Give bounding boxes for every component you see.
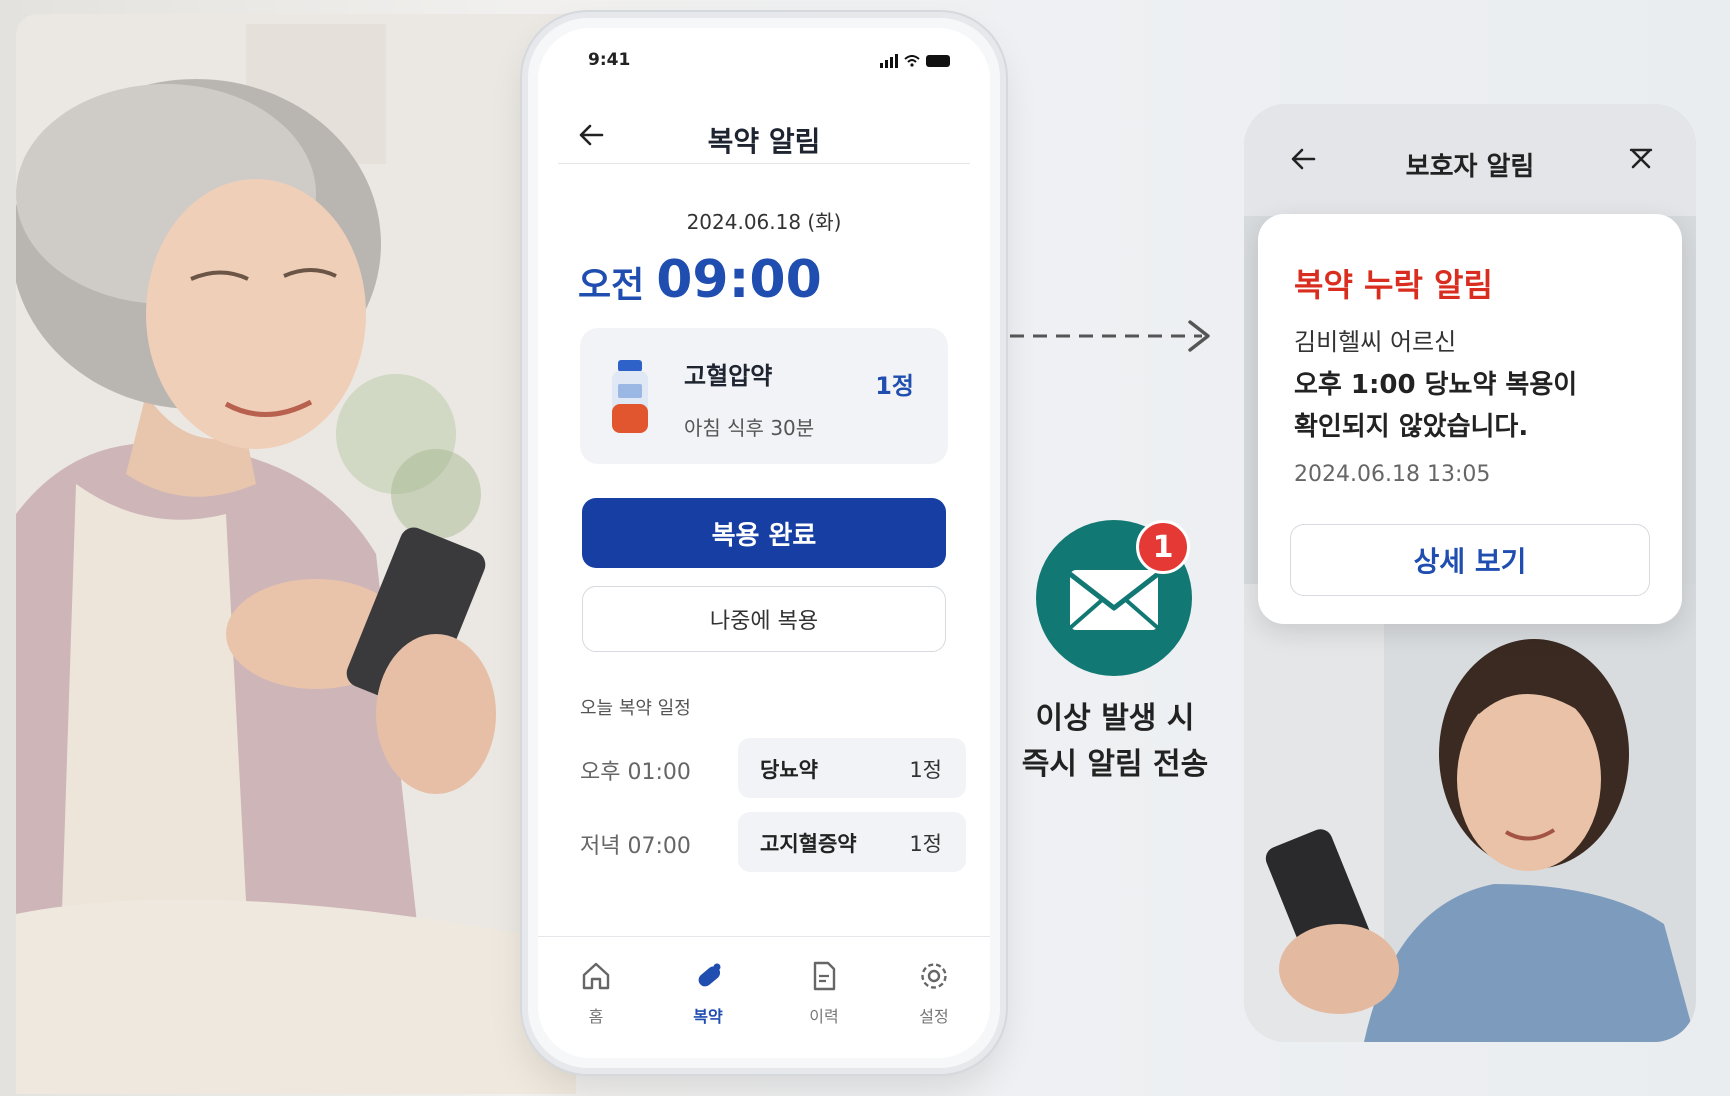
alert-title: 복약 누락 알림 xyxy=(1294,266,1493,304)
medication-quantity: 1정 xyxy=(875,372,914,400)
phone-mockup: 9:41 복약 알림 2024.06.18 (화) 오전 09:00 고혈압약 … xyxy=(528,18,1000,1068)
tab-label: 설정 xyxy=(919,1007,949,1026)
tab-home[interactable]: 홈 xyxy=(556,959,636,1027)
tab-history[interactable]: 이력 xyxy=(784,959,864,1027)
notification-caption-line1: 이상 발생 시 xyxy=(1035,701,1195,736)
notification-count-badge: 1 xyxy=(1136,520,1190,574)
schedule-pill: 당뇨약 1정 xyxy=(738,738,966,798)
taken-button[interactable]: 복용 완료 xyxy=(582,498,946,568)
scene: 9:41 복약 알림 2024.06.18 (화) 오전 09:00 고혈압약 … xyxy=(0,0,1730,1096)
schedule-row[interactable]: 저녁 07:00 고지혈증약 1정 xyxy=(580,812,966,872)
dashed-arrow xyxy=(1010,320,1210,352)
app-header: 복약 알림 xyxy=(558,98,970,164)
wifi-icon xyxy=(904,55,920,67)
medication-timing: 아침 식후 30분 xyxy=(684,416,815,440)
medication-card: 고혈압약 1정 아침 식후 30분 xyxy=(580,328,948,464)
alert-message-line1: 오후 1:00 당뇨약 복용이 xyxy=(1294,370,1578,400)
document-icon xyxy=(813,961,836,991)
alert-message-line2: 확인되지 않았습니다. xyxy=(1294,412,1529,442)
schedule-pill: 고지혈증약 1정 xyxy=(738,812,966,872)
alert-timestamp: 2024.06.18 13:05 xyxy=(1294,462,1491,487)
guardian-header: 보호자 알림 xyxy=(1244,104,1696,216)
schedule-time: 저녁 07:00 xyxy=(580,834,691,859)
tab-label: 복약 xyxy=(693,1007,723,1026)
tab-settings[interactable]: 설정 xyxy=(894,959,974,1027)
signal-icon xyxy=(880,54,898,68)
battery-icon xyxy=(926,55,950,67)
gear-icon xyxy=(921,963,947,989)
home-icon xyxy=(582,962,610,990)
schedule-med-name: 고지혈증약 xyxy=(760,832,857,856)
schedule-row[interactable]: 오후 01:00 당뇨약 1정 xyxy=(580,738,966,798)
notification-caption: 이상 발생 시 즉시 알림 전송 xyxy=(1000,696,1230,788)
alert-patient-name: 김비헬씨 어르신 xyxy=(1294,328,1457,356)
status-time: 9:41 xyxy=(588,50,631,70)
status-icons xyxy=(880,54,950,68)
schedule-time: 오후 01:00 xyxy=(580,760,691,785)
tab-label: 홈 xyxy=(588,1007,604,1026)
pill-icon xyxy=(698,963,721,987)
pill-bottle-icon xyxy=(612,360,648,433)
close-icon[interactable] xyxy=(1626,144,1656,174)
schedule-med-name: 당뇨약 xyxy=(760,758,818,782)
tab-bar: 홈 복약 이력 설정 xyxy=(538,936,990,1058)
guardian-phone-card: 보호자 알림 복약 누락 알림 김비헬씨 어르신 오후 1:00 당뇨약 복용이… xyxy=(1244,104,1696,1042)
medication-name: 고혈압약 xyxy=(684,362,773,390)
take-later-button[interactable]: 나중에 복용 xyxy=(582,586,946,652)
schedule-med-quantity: 1정 xyxy=(909,832,942,856)
view-details-button[interactable]: 상세 보기 xyxy=(1290,524,1650,596)
notification-caption-line2: 즉시 알림 전송 xyxy=(1021,747,1209,782)
page-title: 복약 알림 xyxy=(707,125,821,158)
current-date: 2024.06.18 (화) xyxy=(686,210,842,234)
tab-medication[interactable]: 복약 xyxy=(668,959,748,1027)
schedule-title: 오늘 복약 일정 xyxy=(580,698,691,719)
status-bar: 9:41 xyxy=(574,50,960,74)
elderly-woman-photo xyxy=(16,14,576,1094)
dose-time-ampm: 오전 xyxy=(578,265,645,306)
dose-time-value: 09:00 xyxy=(656,250,822,310)
schedule-med-quantity: 1정 xyxy=(909,758,942,782)
guardian-woman-photo xyxy=(1244,584,1696,1042)
tab-label: 이력 xyxy=(809,1007,839,1026)
phone-screen: 9:41 복약 알림 2024.06.18 (화) 오전 09:00 고혈압약 … xyxy=(538,28,990,1058)
dose-time: 오전 09:00 xyxy=(578,250,822,310)
alert-message: 오후 1:00 당뇨약 복용이 확인되지 않았습니다. xyxy=(1294,364,1652,448)
missed-dose-alert-card: 복약 누락 알림 김비헬씨 어르신 오후 1:00 당뇨약 복용이 확인되지 않… xyxy=(1258,214,1682,624)
